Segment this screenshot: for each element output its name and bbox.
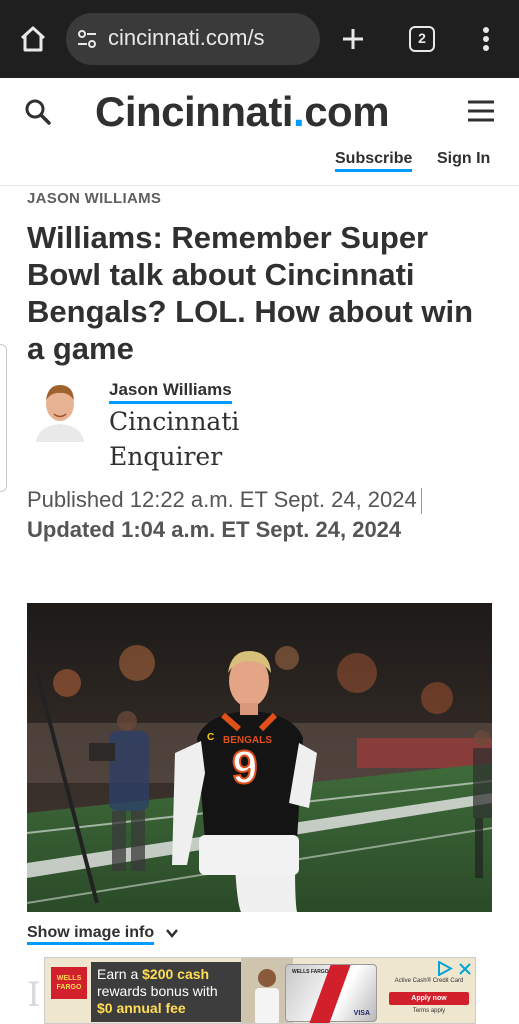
- subscribe-link[interactable]: Subscribe: [335, 150, 413, 172]
- article-headline: Williams: Remember Super Bowl talk about…: [27, 220, 474, 366]
- ad-brand-logo: WELLS FARGO: [51, 967, 87, 999]
- article-photo[interactable]: 9 BENGALS C: [27, 603, 492, 912]
- logo-text: Cincinnati.com: [95, 88, 390, 135]
- menu-icon[interactable]: [466, 98, 496, 124]
- tab-switcher-button[interactable]: 2: [409, 26, 435, 52]
- publish-dates: Published 12:22 a.m. ET Sept. 24, 2024 Up…: [27, 485, 497, 545]
- more-menu-icon[interactable]: [474, 24, 498, 54]
- ad-offer-name: Active Cash® Credit Card: [394, 978, 464, 984]
- browser-toolbar: cincinnati.com/s 2: [0, 0, 519, 78]
- chevron-down-icon: [166, 929, 178, 938]
- logo-dot: .: [293, 88, 305, 135]
- side-drawer-handle[interactable]: [0, 344, 7, 492]
- article-body-start: I: [27, 975, 41, 1015]
- close-ad-icon[interactable]: [458, 962, 472, 976]
- site-logo[interactable]: Cincinnati.com: [95, 88, 390, 136]
- author-avatar[interactable]: [32, 376, 88, 442]
- jersey-badge-text: C: [207, 732, 214, 743]
- publication-name: Cincinnati Enquirer: [109, 407, 240, 471]
- search-icon[interactable]: [24, 98, 52, 126]
- adchoices-icon[interactable]: [437, 961, 453, 976]
- site-settings-icon[interactable]: [76, 28, 98, 50]
- jersey-name-text: BENGALS: [223, 735, 272, 746]
- ad-pitch-fee: $0 annual fee: [97, 1000, 186, 1016]
- card-bank-name: WELLS FARGO: [292, 969, 329, 975]
- ad-apply-button[interactable]: Apply now: [389, 992, 469, 1005]
- updated-date: Updated 1:04 a.m. ET Sept. 24, 2024: [27, 517, 402, 542]
- ad-pitch-amount: $200 cash: [142, 966, 210, 982]
- author-label[interactable]: JASON WILLIAMS: [27, 190, 161, 207]
- advertisement[interactable]: WELLS FARGO Earn a $200 cash rewards bon…: [44, 957, 476, 1024]
- url-text[interactable]: cincinnati.com/s: [108, 25, 308, 51]
- card-network: VISA: [353, 1010, 370, 1017]
- show-image-info-button[interactable]: Show image info: [27, 924, 178, 945]
- address-bar[interactable]: cincinnati.com/s: [66, 13, 320, 65]
- ad-pitch: Earn a $200 cash rewards bonus with $0 a…: [91, 962, 241, 1022]
- ad-terms: Terms apply: [412, 1008, 446, 1014]
- ad-pitch-pre: Earn a: [97, 966, 143, 982]
- published-date: Published 12:22 a.m. ET Sept. 24, 2024: [27, 487, 417, 512]
- site-header: Cincinnati.com Subscribe Sign In: [0, 78, 519, 186]
- ad-credit-card: WELLS FARGO VISA: [285, 964, 377, 1023]
- home-icon[interactable]: [18, 24, 48, 54]
- date-divider: [420, 488, 422, 515]
- jersey-number-text: 9: [232, 741, 258, 793]
- new-tab-icon[interactable]: [338, 24, 368, 54]
- author-name-link[interactable]: Jason Williams: [109, 380, 232, 404]
- image-info-label: Show image info: [27, 924, 155, 945]
- signin-link[interactable]: Sign In: [437, 150, 490, 168]
- ad-pitch-mid: rewards bonus with: [97, 983, 218, 999]
